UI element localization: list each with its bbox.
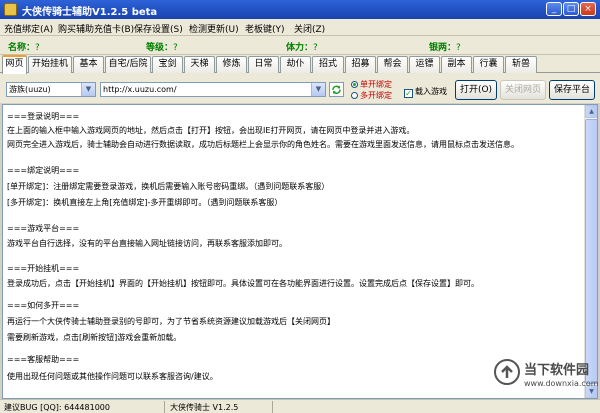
- character-info-row: 名称：? 等级：? 体力：? 银两：?: [0, 36, 600, 55]
- content-line: ===客服帮助===: [7, 355, 80, 364]
- refresh-button[interactable]: [329, 82, 344, 97]
- tab-ladder[interactable]: 天梯: [184, 56, 215, 73]
- url-input-value: http://x.uuzu.com/: [103, 85, 177, 94]
- info-name: 名称：?: [8, 43, 40, 53]
- tab-training[interactable]: 修炼: [216, 56, 247, 73]
- close-window-button[interactable]: ×: [580, 2, 596, 16]
- content-line: ===登录说明===: [7, 112, 80, 121]
- content-line: [单开绑定]：注册绑定需要登录游戏，换机后需要输入账号密码重绑。（遇到问题联系客…: [7, 182, 330, 191]
- menu-check-update[interactable]: 检测更新(U): [189, 22, 239, 35]
- content-line: ===如何多开===: [7, 301, 80, 310]
- content-line: ===开始挂机===: [7, 264, 80, 273]
- tab-sword[interactable]: 宝剑: [152, 56, 183, 73]
- tab-slay-beast[interactable]: 斩兽: [505, 56, 537, 73]
- scroll-up-icon[interactable]: ▲: [585, 105, 597, 118]
- tab-guild[interactable]: 帮会: [377, 56, 408, 73]
- status-divider: [272, 401, 273, 413]
- content-line: 在上面的输入框中输入游戏网页的地址，然后点击【打开】按钮，会出现IE打开网页，请…: [7, 126, 415, 135]
- content-line: 网页完全进入游戏后，骑士辅助会自动进行数据读取，成功后标题栏上会显示你的角色姓名…: [7, 140, 519, 149]
- tab-moves[interactable]: 招式: [312, 56, 344, 73]
- tab-recruit[interactable]: 招募: [345, 56, 376, 73]
- content-line: [多开绑定]：换机直接左上角[充值绑定]-多开重绑即可。（遇到问题联系客服）: [7, 198, 283, 207]
- menu-recharge-bind[interactable]: 充值绑定(A): [4, 22, 53, 35]
- content-line: 需要刷新游戏，点击[刷新按钮]游戏会重新加载。: [7, 333, 182, 342]
- close-webpage-button[interactable]: 关闭网页: [500, 80, 546, 100]
- watermark-logo-icon: [494, 359, 520, 385]
- platform-select[interactable]: 游族(uuzu) ▼: [6, 82, 96, 97]
- menu-buy-card[interactable]: 购买辅助充值卡(B): [58, 22, 134, 35]
- save-platform-button[interactable]: 保存平台: [549, 80, 595, 100]
- radio-multi-bind[interactable]: 多开绑定: [351, 90, 392, 101]
- menu-close[interactable]: 关闭(Z): [294, 22, 325, 35]
- content-line: 登录成功后，点击【开始挂机】界面的【开始挂机】按钮即可。具体设置可在各功能界面进…: [7, 279, 479, 288]
- platform-select-value: 游族(uuzu): [9, 85, 51, 94]
- load-game-checkbox[interactable]: ✓ 载入游戏: [404, 86, 447, 98]
- refresh-icon: [332, 85, 341, 94]
- menu-save-settings[interactable]: 保存设置(S): [134, 22, 183, 35]
- status-version: 大侠传骑士 V1.2.5: [170, 403, 239, 412]
- radio-single-bind[interactable]: 单开绑定: [351, 79, 392, 90]
- content-line: 游戏平台自行选择，没有的平台直接输入网址链接访问，再联系客服添加即可。: [7, 239, 287, 248]
- tab-dungeon[interactable]: 副本: [441, 56, 472, 73]
- tab-home-yard[interactable]: 自宅/后院: [105, 56, 151, 73]
- tab-bag[interactable]: 行囊: [473, 56, 504, 73]
- radio-dot-selected: [351, 81, 358, 88]
- radio-dot: [351, 92, 358, 99]
- url-input[interactable]: http://x.uuzu.com/ ▼: [100, 82, 326, 97]
- tab-escort[interactable]: 运镖: [409, 56, 440, 73]
- info-level: 等级：?: [146, 43, 178, 53]
- tab-daily[interactable]: 日常: [248, 56, 279, 73]
- tab-rob-servant[interactable]: 劫仆: [280, 56, 311, 73]
- window-title: 大侠传骑士辅助V1.2.5 beta: [22, 7, 158, 18]
- webpage-toolbar: 游族(uuzu) ▼ http://x.uuzu.com/ ▼ 单开绑定 多开绑…: [0, 73, 600, 103]
- check-icon: ✓: [404, 89, 413, 98]
- tab-webpage[interactable]: 网页: [2, 55, 27, 74]
- menu-boss-key[interactable]: 老板键(Y): [245, 22, 285, 35]
- content-line: 使用出现任何问题或其他操作问题可以联系客服咨询/建议。: [7, 372, 218, 381]
- status-divider: [164, 401, 165, 413]
- tab-start-afk[interactable]: 开始挂机: [28, 56, 72, 73]
- chevron-down-icon[interactable]: ▼: [311, 83, 325, 96]
- chevron-down-icon[interactable]: ▼: [81, 83, 95, 96]
- app-icon: [4, 3, 17, 16]
- watermark-url: www.downxia.com: [524, 379, 599, 388]
- content-line: ===游戏平台===: [7, 224, 80, 233]
- info-silver: 银两：?: [429, 43, 461, 53]
- status-bar: 建议BUG [QQ]: 644481000 大侠传骑士 V1.2.5: [0, 399, 600, 413]
- status-contact: 建议BUG [QQ]: 644481000: [4, 403, 110, 412]
- title-bar[interactable]: 大侠传骑士辅助V1.2.5 beta _ □ ×: [0, 0, 600, 19]
- menu-bar: 充值绑定(A) 购买辅助充值卡(B) 保存设置(S) 检测更新(U) 老板键(Y…: [0, 19, 600, 36]
- open-button[interactable]: 打开(O): [455, 80, 497, 100]
- content-line: 再运行一个大侠传骑士辅助登录别的号即可，为了节省系统资源建议加载游戏后【关闭网页…: [7, 317, 335, 326]
- tab-basic[interactable]: 基本: [73, 56, 104, 73]
- maximize-button[interactable]: □: [563, 2, 579, 16]
- tab-bar: 网页 开始挂机 基本 自宅/后院 宝剑 天梯 修炼 日常 劫仆 招式 招募 帮会…: [0, 55, 600, 74]
- watermark-name: 当下软件园: [524, 363, 590, 378]
- scrollbar-thumb[interactable]: [585, 119, 597, 384]
- content-line: ===绑定说明===: [7, 166, 80, 175]
- watermark: 当下软件园 www.downxia.com: [494, 355, 599, 395]
- info-stamina: 体力：?: [286, 43, 318, 53]
- minimize-button[interactable]: _: [546, 2, 562, 16]
